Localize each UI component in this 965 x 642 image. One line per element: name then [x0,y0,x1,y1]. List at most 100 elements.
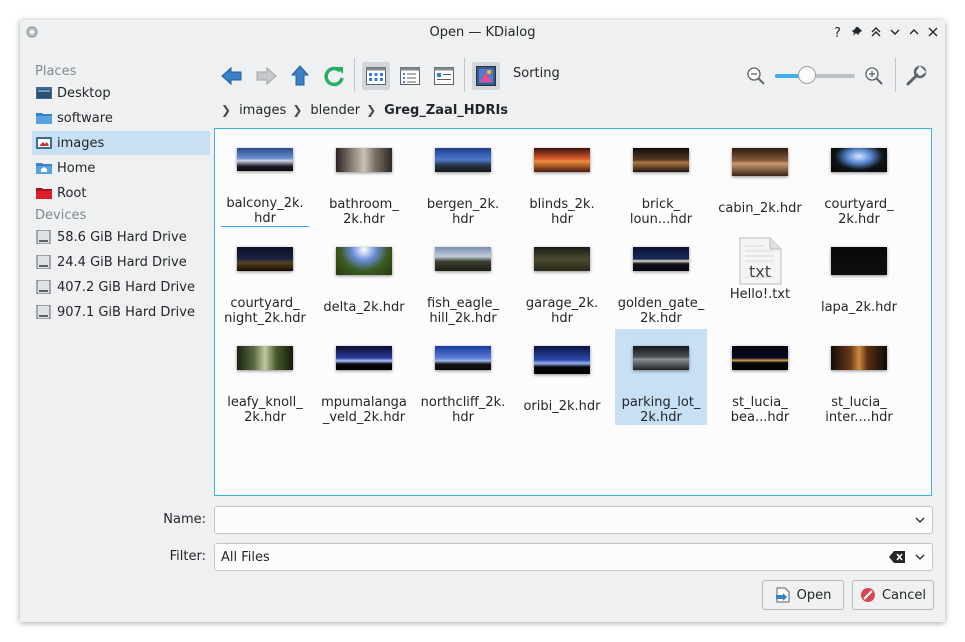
sidebar-item-label: Root [57,185,87,201]
hdr-thumbnail-icon [732,148,788,176]
file-item[interactable]: courtyard_ 2k.hdr [813,131,905,227]
reload-button[interactable] [320,62,348,90]
up-button[interactable] [286,62,314,90]
window-title: Open — KDialog [429,25,536,40]
file-name: cabin_2k.hdr [718,201,802,216]
back-button[interactable] [218,62,246,90]
file-item[interactable]: st_lucia_ bea...hdr [714,329,806,425]
filter-field-value[interactable]: All Files [215,550,888,565]
devices-title: Devices [35,208,87,223]
details-view-button[interactable] [430,62,458,90]
minimize-icon[interactable] [887,24,903,40]
compact-view-button[interactable] [396,62,424,90]
pin-icon[interactable] [849,24,865,40]
text-file-icon: txt [738,237,782,285]
options-button[interactable] [902,62,930,90]
file-item[interactable]: bathroom_ 2k.hdr [318,131,410,227]
zoom-in-button[interactable] [860,62,888,90]
name-label: Name: [163,512,206,527]
icons-view-button[interactable] [362,62,390,90]
sidebar-item-desktop[interactable]: Desktop [32,81,210,105]
home-folder-icon [36,163,52,174]
forward-button[interactable] [252,62,280,90]
sidebar-item-label: Home [57,160,96,176]
file-item[interactable]: garage_2k. hdr [516,230,608,326]
sidebar-item-label: 907.1 GiB Hard Drive [57,304,195,320]
filter-field[interactable]: All Files [214,543,933,571]
sidebar-item-drive-1[interactable]: 58.6 GiB Hard Drive [32,225,210,249]
file-item[interactable]: oribi_2k.hdr [516,329,608,425]
close-icon[interactable] [925,24,941,40]
open-document-icon [775,587,791,603]
file-name: oribi_2k.hdr [523,399,601,414]
text-file-label: txt [748,262,771,281]
breadcrumb-item-images[interactable]: images [239,103,286,118]
title-bar[interactable]: Open — KDialog ? [20,20,945,45]
sidebar-item-root[interactable]: Root [32,181,210,205]
sidebar-item-drive-2[interactable]: 24.4 GiB Hard Drive [32,250,210,274]
help-icon[interactable]: ? [830,24,846,40]
file-item[interactable]: cabin_2k.hdr [714,131,806,227]
cancel-button[interactable]: Cancel [852,580,934,610]
file-name: blinds_2k. hdr [529,197,595,227]
chevron-down-icon[interactable] [910,547,930,567]
file-item[interactable]: fish_eagle_ hill_2k.hdr [417,230,509,326]
file-view[interactable]: balcony_2k. hdr bathroom_ 2k.hdr bergen_… [214,128,932,496]
hdr-thumbnail-icon [237,247,293,271]
file-item[interactable]: txt Hello!.txt [714,230,806,326]
chevron-right-icon[interactable]: ❯ [292,103,302,117]
file-item[interactable]: parking_lot_ 2k.hdr [615,329,707,425]
breadcrumb-item-blender[interactable]: blender [310,103,360,118]
file-item[interactable]: northcliff_2k. hdr [417,329,509,425]
chevron-down-icon[interactable] [910,510,930,530]
sidebar-item-drive-4[interactable]: 907.1 GiB Hard Drive [32,300,210,324]
icons-view-icon [366,67,386,85]
file-item[interactable]: blinds_2k. hdr [516,131,608,227]
file-item[interactable]: leafy_knoll_ 2k.hdr [219,329,311,425]
file-item[interactable]: mpumalanga _veld_2k.hdr [318,329,410,425]
cancel-button-label: Cancel [881,587,927,603]
file-name: leafy_knoll_ 2k.hdr [227,395,303,425]
file-name: st_lucia_ inter....hdr [825,395,893,425]
arrow-left-icon [221,67,242,85]
chevron-right-icon[interactable]: ❯ [366,103,376,117]
sidebar-item-images[interactable]: images [32,131,210,155]
preview-button[interactable] [472,62,500,90]
file-item[interactable]: lapa_2k.hdr [813,230,905,326]
file-item[interactable]: courtyard_ night_2k.hdr [219,230,311,326]
file-item[interactable]: golden_gate_ 2k.hdr [615,230,707,326]
file-name: courtyard_ 2k.hdr [824,197,894,227]
arrow-right-icon [256,67,277,85]
maximize-icon[interactable] [906,24,922,40]
toolbar-separator [354,58,355,92]
clear-text-icon[interactable] [888,550,906,564]
file-name: Hello!.txt [729,287,791,302]
places-title: Places [35,64,77,79]
sidebar-item-label: 58.6 GiB Hard Drive [57,229,187,245]
file-item[interactable]: balcony_2k. hdr [219,131,311,227]
open-button[interactable]: Open [762,580,844,610]
file-item[interactable]: brick_ loun...hdr [615,131,707,227]
sorting-button[interactable]: Sorting [513,66,560,81]
zoom-out-button[interactable] [742,62,770,90]
sidebar-item-drive-3[interactable]: 407.2 GiB Hard Drive [32,275,210,299]
file-item[interactable]: st_lucia_ inter....hdr [813,329,905,425]
file-name: garage_2k. hdr [525,296,599,326]
zoom-slider-handle[interactable] [798,66,816,84]
chevron-right-icon[interactable]: ❯ [221,103,231,117]
sidebar-item-label: software [57,110,113,126]
sidebar-item-software[interactable]: software [32,106,210,130]
breadcrumb-item-current[interactable]: Greg_Zaal_HDRIs [384,103,508,118]
file-item[interactable]: bergen_2k. hdr [417,131,509,227]
hdr-thumbnail-icon [336,148,392,172]
name-field[interactable] [214,506,933,534]
kdialog-window: Open — KDialog ? Places Desktop software… [20,20,945,622]
hdr-thumbnail-icon [237,346,293,370]
file-name: fish_eagle_ hill_2k.hdr [426,296,500,326]
hard-drive-icon [36,230,51,244]
hdr-thumbnail-icon [831,148,887,172]
keep-above-icon[interactable] [868,24,884,40]
sidebar-item-home[interactable]: Home [32,156,210,180]
file-item[interactable]: delta_2k.hdr [318,230,410,326]
sidebar-item-label: 24.4 GiB Hard Drive [57,254,187,270]
